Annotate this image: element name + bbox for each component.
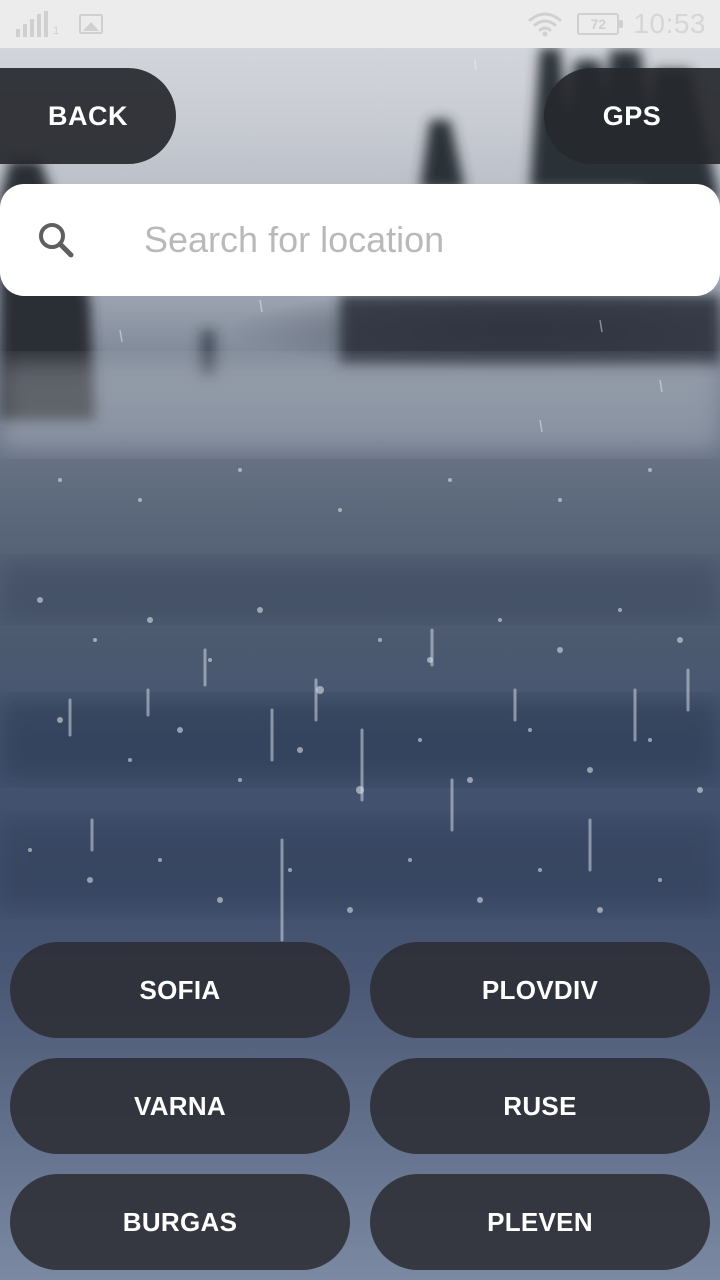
gps-button[interactable]: GPS (544, 68, 720, 164)
search-bar[interactable] (0, 184, 720, 296)
signal-icon: 1 (16, 11, 59, 37)
back-button[interactable]: BACK (0, 68, 176, 164)
gallery-icon (79, 14, 104, 34)
search-input[interactable] (144, 210, 684, 270)
status-bar-left: 1 (16, 11, 104, 37)
city-button-pleven[interactable]: PLEVEN (370, 1174, 710, 1270)
battery-level: 72 (590, 16, 607, 32)
city-button-varna[interactable]: VARNA (10, 1058, 350, 1154)
status-bar-right: 72 10:53 (527, 8, 706, 40)
city-button-sofia[interactable]: SOFIA (10, 942, 350, 1038)
status-bar: 1 72 10:53 (0, 0, 720, 48)
battery-icon: 72 (577, 13, 624, 35)
city-button-ruse[interactable]: RUSE (370, 1058, 710, 1154)
search-icon[interactable] (36, 220, 76, 260)
signal-sub-label: 1 (53, 25, 60, 37)
city-button-plovdiv[interactable]: PLOVDIV (370, 942, 710, 1038)
wifi-icon (528, 12, 562, 37)
status-clock: 10:53 (633, 8, 706, 39)
city-button-burgas[interactable]: BURGAS (10, 1174, 350, 1270)
